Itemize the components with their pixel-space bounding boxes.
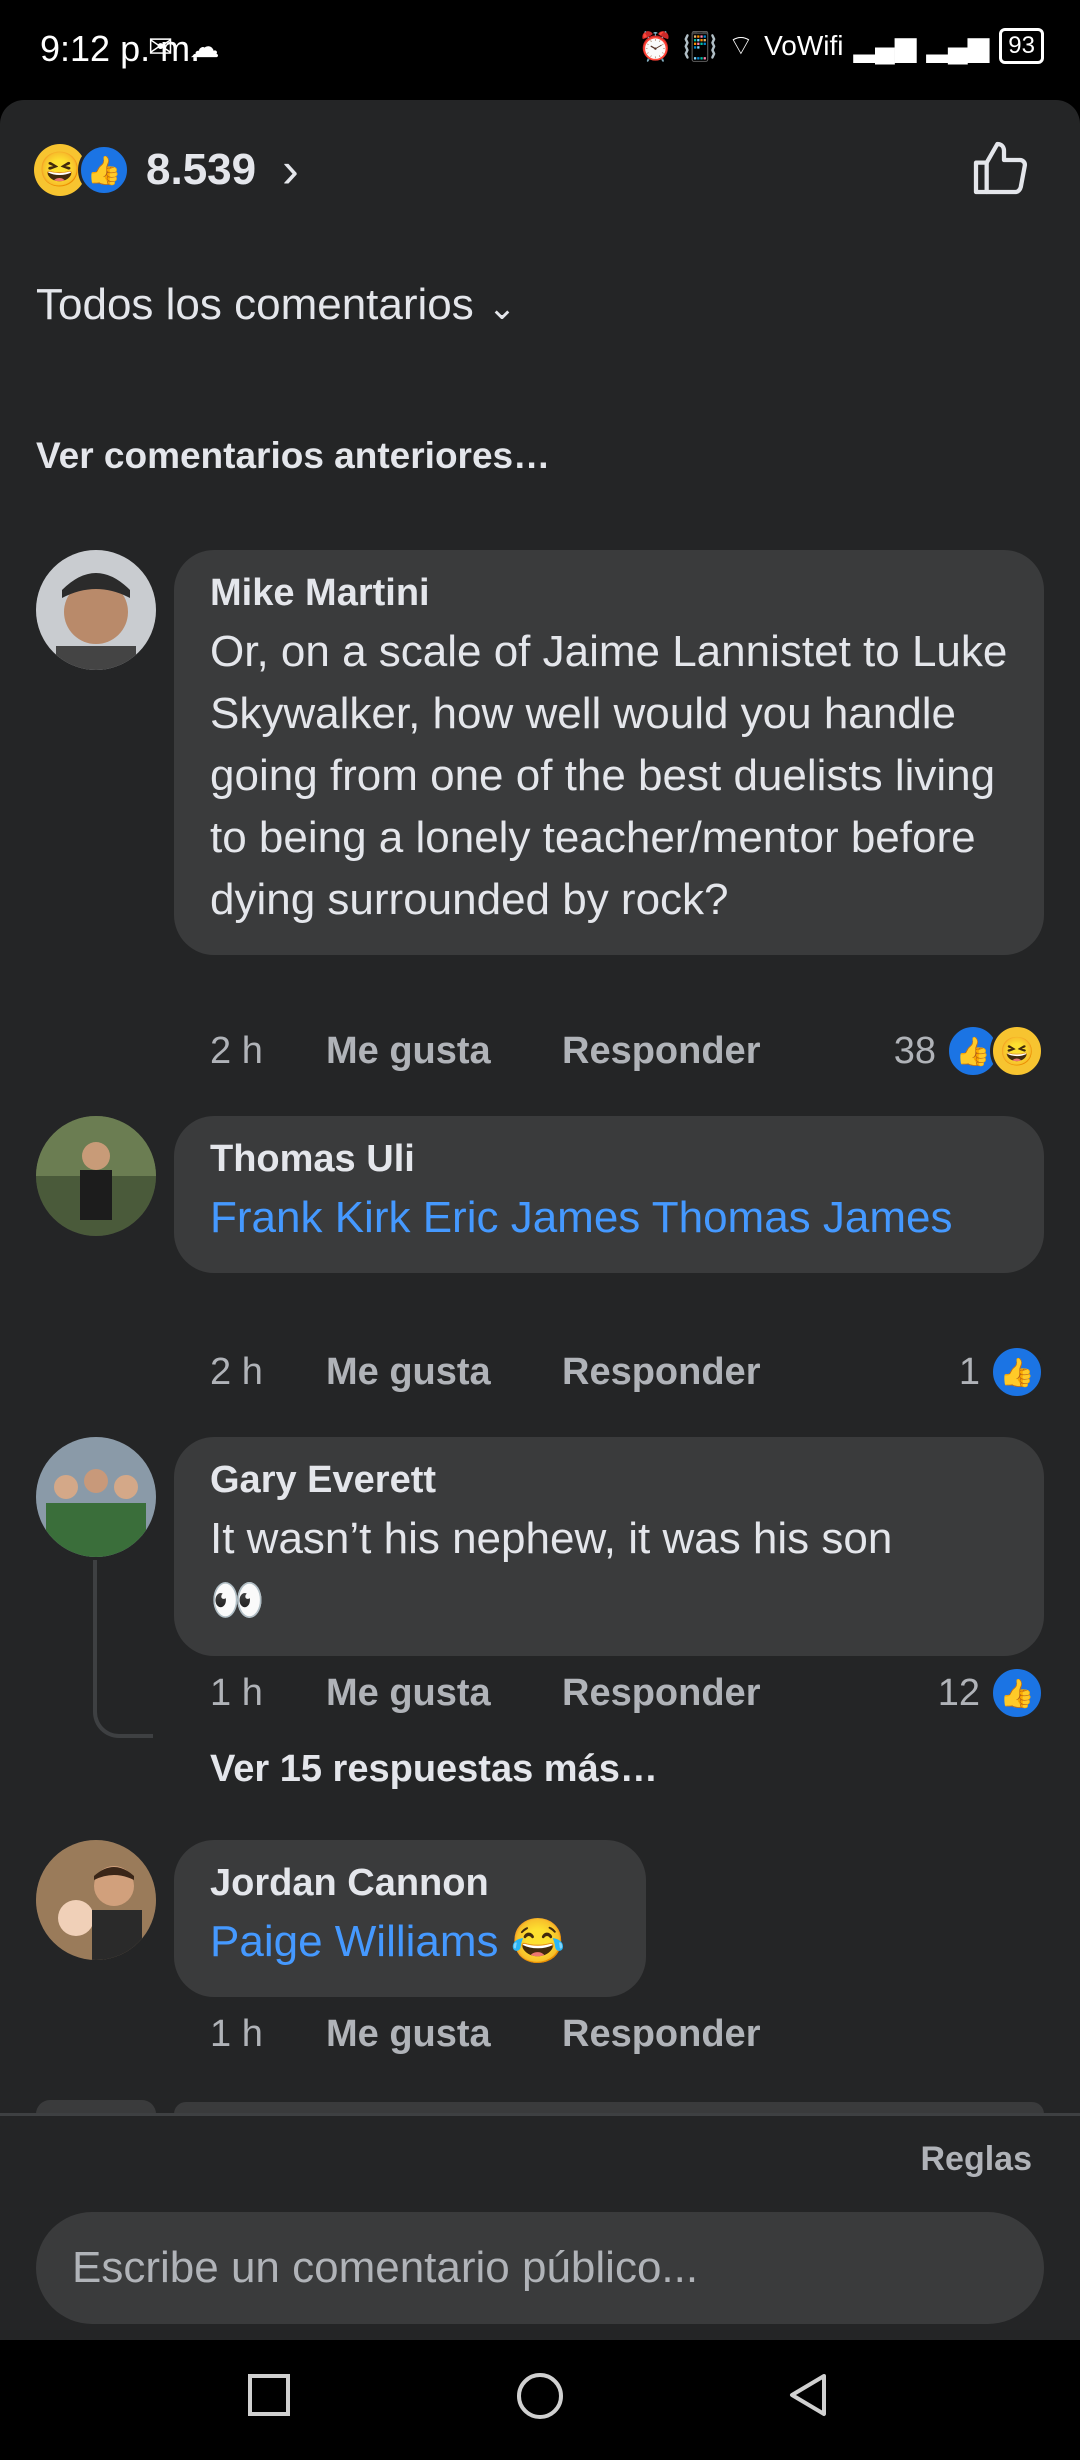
thread-curve (93, 1698, 153, 1738)
square-icon (248, 2374, 290, 2416)
like-button[interactable]: Me gusta (326, 1351, 562, 1394)
comment-reactions[interactable]: 38 👍 😆 (894, 1024, 1044, 1078)
avatar-image (36, 1840, 156, 1960)
comment-author[interactable]: Mike Martini (210, 572, 1008, 615)
rules-link[interactable]: Reglas (921, 2140, 1033, 2179)
avatar[interactable] (36, 2100, 156, 2114)
comment-bubble[interactable]: Thomas Uli Frank Kirk Eric James Thomas … (174, 1116, 1044, 1273)
comment-actions: 1 h Me gusta Responder (210, 1672, 760, 1715)
comment-text: It wasn’t his nephew, it was his son 👀 (210, 1508, 1008, 1632)
comment-actions: 2 h Me gusta Responder (210, 1351, 760, 1394)
back-button[interactable] (784, 2370, 834, 2433)
chevron-down-icon: ⌄ (487, 289, 517, 327)
laughing-emoji: 😂 (510, 1917, 566, 1966)
like-post-button[interactable] (968, 136, 1032, 214)
like-reaction-icon: 👍 (990, 1666, 1044, 1720)
mention-link[interactable]: Paige Williams (210, 1917, 499, 1966)
like-reaction-icon: 👍 (78, 144, 130, 196)
comment-composer[interactable] (36, 2212, 1044, 2324)
comment-reactions[interactable]: 12 👍 (938, 1666, 1044, 1720)
comment-author[interactable]: Thomas Uli (210, 1138, 1008, 1181)
comment-author[interactable]: Jordan Cannon (210, 1862, 610, 1905)
avatar[interactable] (36, 1840, 156, 1960)
mail-icon: ✉ (148, 31, 178, 64)
avatar[interactable] (36, 550, 156, 670)
alarm-icon: ⏰ (638, 30, 673, 62)
mention-link[interactable]: Frank Kirk Eric James Thomas James (210, 1187, 1008, 1249)
reaction-total: 8.539 (146, 145, 257, 194)
avatar-image (36, 1116, 156, 1236)
comment-input[interactable] (36, 2212, 1044, 2324)
reply-button[interactable]: Responder (562, 2013, 760, 2056)
comment-actions: 1 h Me gusta Responder (210, 2013, 760, 2056)
triangle-back-icon (790, 2374, 826, 2416)
reply-button[interactable]: Responder (562, 1351, 760, 1394)
comment-reactions[interactable]: 1 👍 (959, 1345, 1044, 1399)
vibrate-icon: 📳 (682, 30, 718, 62)
signal-icon: ▂▄▆ (853, 30, 917, 62)
recent-apps-button[interactable] (244, 2370, 294, 2433)
thumbs-up-outline-icon (973, 141, 1027, 195)
navigation-bar (0, 2340, 1080, 2460)
comment-time[interactable]: 2 h (210, 1351, 326, 1394)
view-more-replies-link[interactable]: Ver 15 respuestas más… (210, 1748, 658, 1791)
comment-actions: 2 h Me gusta Responder (210, 1030, 760, 1073)
comment-author[interactable]: Gary Everett (210, 1459, 1008, 1502)
circle-icon (517, 2373, 563, 2419)
like-reaction-icon: 👍 (990, 1345, 1044, 1399)
comment-text-body: It wasn’t his nephew, it was his son (210, 1514, 893, 1563)
reactions-summary[interactable]: 😆 👍 8.539 › (34, 140, 299, 200)
home-button[interactable] (514, 2370, 566, 2435)
like-button[interactable]: Me gusta (326, 1030, 562, 1073)
wifi-icon: ⌔ (727, 29, 755, 61)
chevron-right-icon: › (282, 142, 299, 198)
comment-bubble[interactable]: Mike Martini Or, on a scale of Jaime Lan… (174, 550, 1044, 955)
eyes-emoji: 👀 (210, 1576, 265, 1625)
comments-sheet: 😆 👍 8.539 › Todos los comentarios ⌄ Ver c… (0, 100, 1080, 2340)
haha-reaction-icon: 😆 (990, 1024, 1044, 1078)
like-button[interactable]: Me gusta (326, 2013, 562, 2056)
avatar[interactable] (36, 1116, 156, 1236)
sort-label: Todos los comentarios (36, 280, 474, 329)
comment-bubble[interactable]: Gary Everett It wasn’t his nephew, it wa… (174, 1437, 1044, 1656)
avatar-image (36, 1437, 156, 1557)
like-button[interactable]: Me gusta (326, 1672, 562, 1715)
sort-dropdown[interactable]: Todos los comentarios ⌄ (36, 280, 516, 330)
vowifi-label: VoWifi (764, 30, 844, 61)
comment-time[interactable]: 2 h (210, 1030, 326, 1073)
comment-text: Or, on a scale of Jaime Lannistet to Luk… (210, 627, 1008, 924)
signal-icon-2: ▂▄▆ (926, 30, 990, 62)
view-previous-comments-link[interactable]: Ver comentarios anteriores… (36, 435, 550, 477)
reply-button[interactable]: Responder (562, 1030, 760, 1073)
status-bar: 9:12 p. m. ✉ ☁ ⏰ 📳 ⌔ VoWifi ▂▄▆ ▂▄▆ 93 (0, 0, 1080, 100)
avatar[interactable] (36, 1437, 156, 1557)
notification-icons: ✉ ☁ (148, 30, 223, 65)
reaction-count: 12 (937, 1671, 980, 1714)
reaction-count: 1 (958, 1350, 980, 1393)
comment-time[interactable]: 1 h (210, 2013, 326, 2056)
avatar-image (36, 550, 156, 670)
comment-text: Paige Williams 😂 (210, 1911, 610, 1973)
reply-button[interactable]: Responder (562, 1672, 760, 1715)
comment-bubble[interactable]: Jordan Cannon Paige Williams 😂 (174, 1840, 646, 1997)
composer-divider (0, 2113, 1080, 2116)
reaction-count: 38 (893, 1029, 936, 1072)
comment-time[interactable]: 1 h (210, 1672, 326, 1715)
battery-indicator: 93 (999, 28, 1044, 64)
cloud-icon: ☁ (189, 31, 224, 64)
system-icons: ⏰ 📳 ⌔ VoWifi ▂▄▆ ▂▄▆ 93 (638, 28, 1044, 64)
thread-line (93, 1560, 97, 1700)
